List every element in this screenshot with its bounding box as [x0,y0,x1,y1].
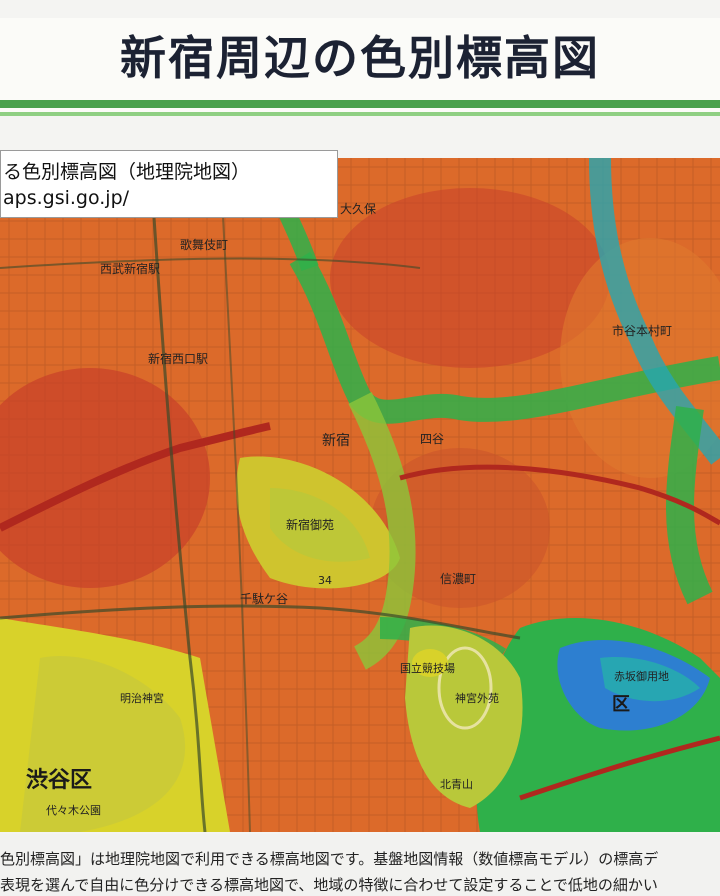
source-url[interactable]: aps.gsi.go.jp/ [3,187,129,209]
map-label-okubo: 大久保 [340,202,377,216]
map-label-minato-ward: 区 [612,694,630,715]
map-label-route-number: 34 [318,574,332,587]
map-label-yotsuya: 四谷 [420,432,445,446]
map-label-shinjuku: 新宿 [322,433,350,449]
map-label-meiji-jingu: 明治神宮 [120,692,164,705]
map-label-sendagaya: 千駄ケ谷 [240,592,289,606]
map-label-shinjuku-gyoen: 新宿御苑 [286,518,335,532]
map-label-kita-aoyama: 北青山 [440,778,473,791]
map-label-kokuritsu: 国立競技場 [400,662,455,675]
poster: 新宿周辺の色別標高図 る色別標高図（地理院地図） aps.gsi.go.jp/ … [0,0,720,896]
map-label-ichigaya: 市谷本村町 [612,324,673,338]
map-label-seibu-shinjuku: 西武新宿駅 [100,262,161,276]
map-label-shinanomachi: 信濃町 [440,572,477,586]
map-label-kabukicho: 歌舞伎町 [180,238,229,252]
map-label-shinjuku-nishiguchi: 新宿西口駅 [148,352,209,366]
source-info-box: る色別標高図（地理院地図） aps.gsi.go.jp/ [0,150,338,218]
map-label-shibuya-ward: 渋谷区 [26,768,93,793]
caption-line-2: 表現を選んで自由に色分けできる標高地図で、地域の特徴に合わせて設定することで低地… [0,876,658,894]
title-underline [0,100,720,108]
source-title: る色別標高図（地理院地図） [3,161,251,183]
caption-line-1: 色別標高図」は地理院地図で利用できる標高地図です。基盤地図情報（数値標高モデル）… [0,850,659,868]
title-underline-thin [0,112,720,116]
map-label-yoyogi-park: 代々木公園 [46,804,101,817]
map-label-akasaka: 赤坂御用地 [614,670,669,683]
page-title: 新宿周辺の色別標高図 [120,31,600,85]
map-label-jingu-gaien: 神宮外苑 [455,692,499,705]
